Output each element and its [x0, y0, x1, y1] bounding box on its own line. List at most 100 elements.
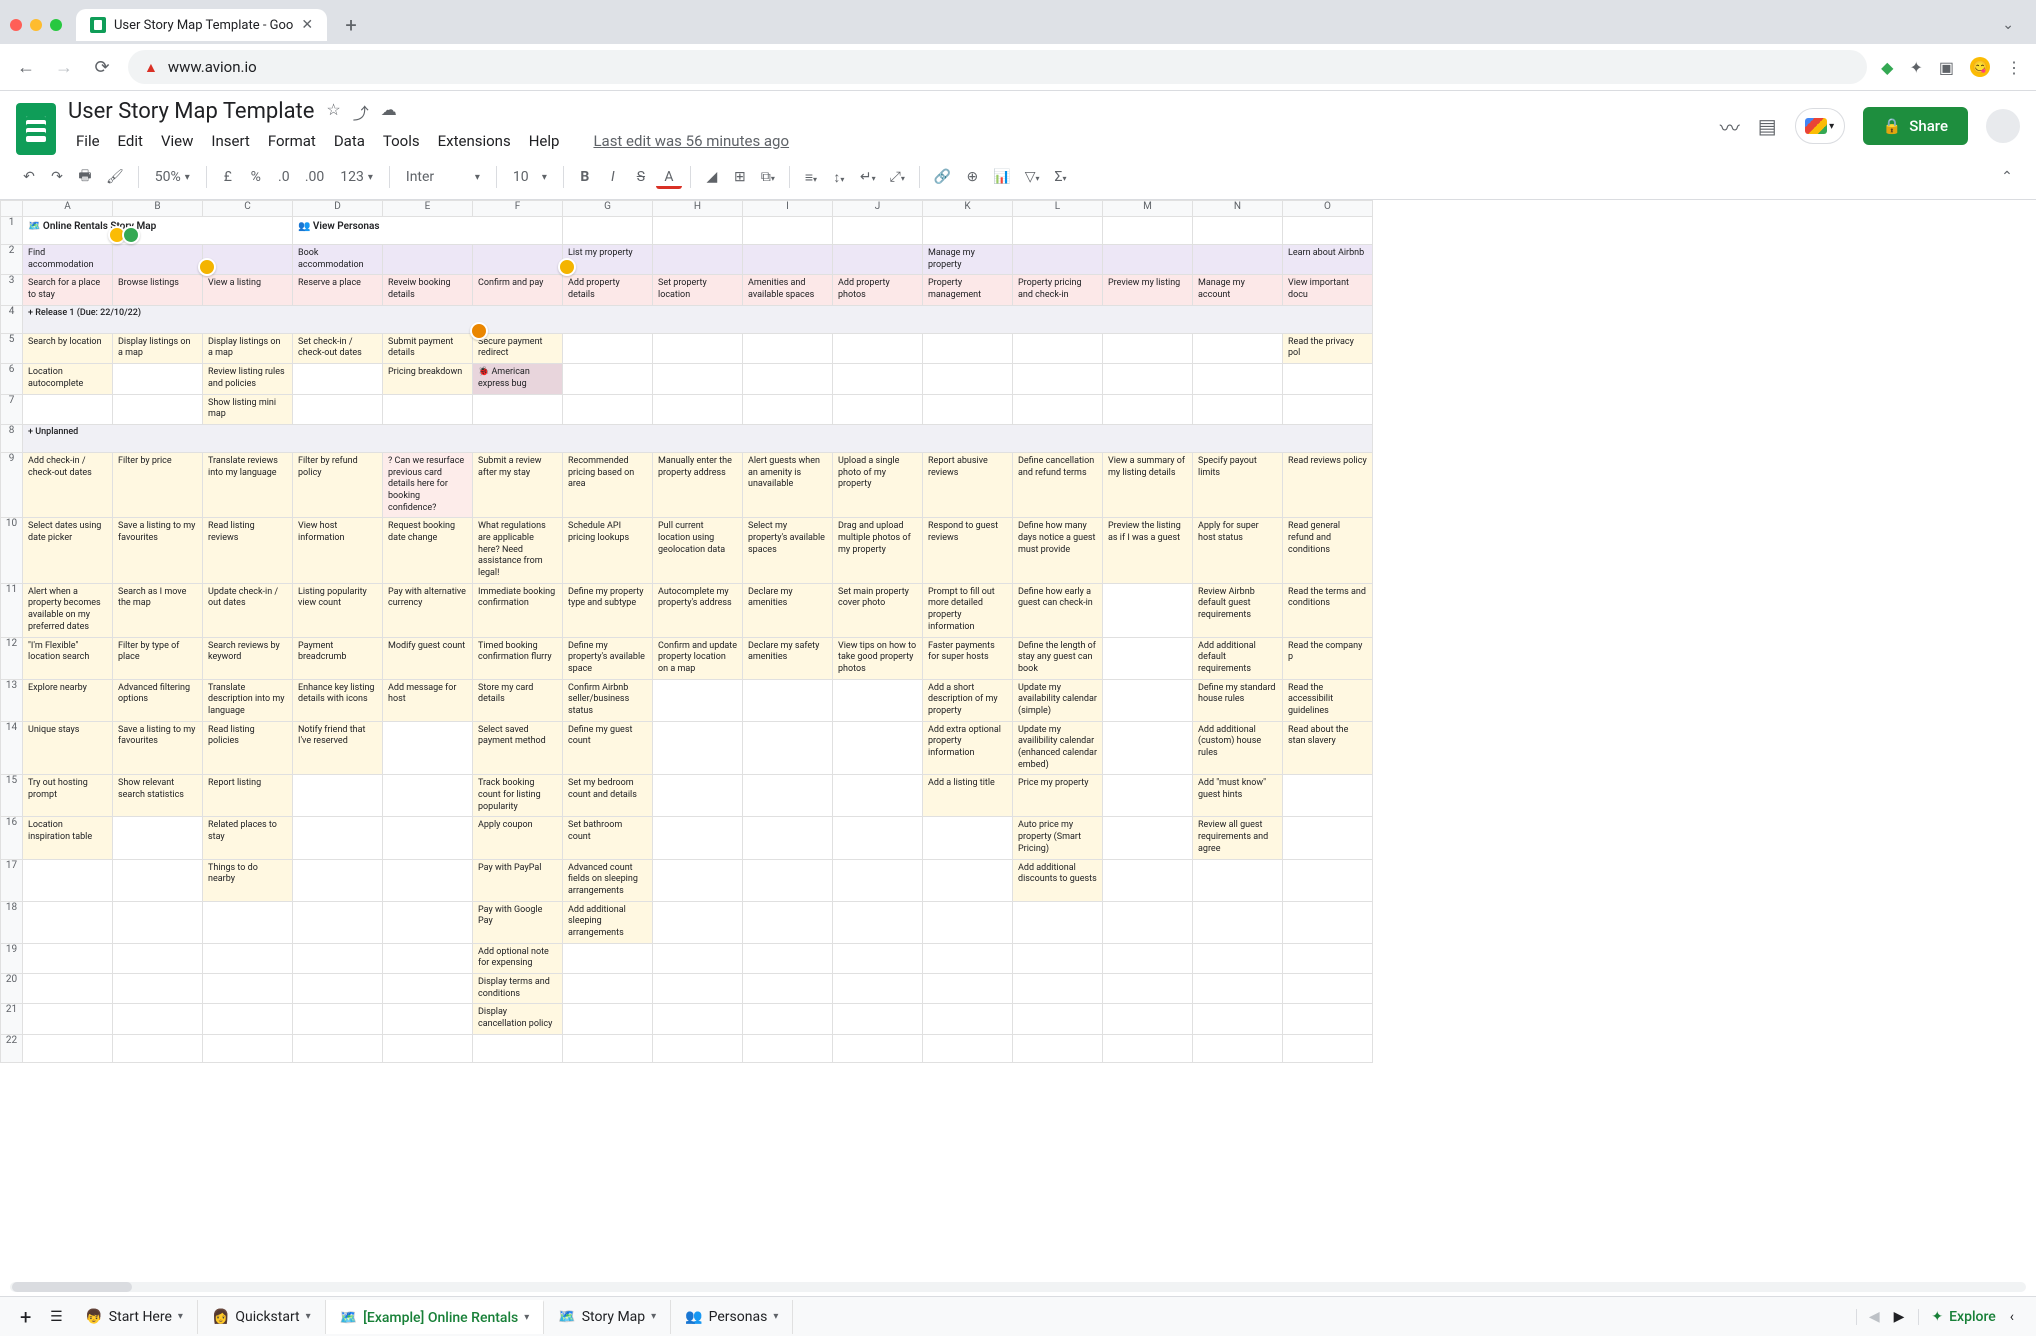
cell[interactable]: Secure payment redirect — [473, 333, 563, 363]
filter-button[interactable]: ▽▾ — [1019, 165, 1046, 189]
cell[interactable]: Define my property type and subtype — [563, 583, 653, 637]
cell[interactable] — [653, 943, 743, 973]
add-sheet-button[interactable]: + — [10, 1305, 41, 1329]
cell[interactable]: Track booking count for listing populari… — [473, 775, 563, 817]
cell[interactable] — [1103, 217, 1193, 245]
cell[interactable]: Add a listing title — [923, 775, 1013, 817]
cell[interactable] — [1103, 394, 1193, 424]
cell[interactable] — [653, 1004, 743, 1034]
cell[interactable] — [203, 901, 293, 943]
cell[interactable] — [833, 775, 923, 817]
cell[interactable]: 🐞 American express bug — [473, 364, 563, 394]
cell[interactable] — [923, 217, 1013, 245]
chevron-down-icon[interactable]: ▾ — [651, 1311, 656, 1322]
cell[interactable] — [1103, 679, 1193, 721]
scroll-tabs-right-icon[interactable]: ▶ — [1894, 1309, 1905, 1325]
cell[interactable] — [1193, 974, 1283, 1004]
cell[interactable]: Translate description into my language — [203, 679, 293, 721]
cell[interactable] — [383, 817, 473, 859]
cell[interactable]: View host information — [293, 518, 383, 583]
cell[interactable] — [833, 245, 923, 275]
cell[interactable]: Display listings on a map — [113, 333, 203, 363]
cell[interactable] — [833, 721, 923, 775]
cell[interactable]: Search by location — [23, 333, 113, 363]
cell[interactable] — [743, 394, 833, 424]
cell[interactable]: Things to do nearby — [203, 859, 293, 901]
cell[interactable] — [293, 775, 383, 817]
cell[interactable]: Read the terms and conditions — [1283, 583, 1373, 637]
cell[interactable]: View a listing — [203, 275, 293, 305]
cell[interactable] — [653, 974, 743, 1004]
link-button[interactable]: 🔗 — [928, 165, 957, 189]
cell[interactable] — [113, 1034, 203, 1062]
cell[interactable]: Store my card details — [473, 679, 563, 721]
cell[interactable] — [833, 901, 923, 943]
cell[interactable]: Browse listings — [113, 275, 203, 305]
cell[interactable]: Modify guest count — [383, 637, 473, 679]
meet-button[interactable]: ▾ — [1795, 108, 1845, 144]
reload-button[interactable]: ⟳ — [90, 57, 114, 78]
number-format-select[interactable]: 123▾ — [332, 165, 381, 189]
cell[interactable]: Submit payment details — [383, 333, 473, 363]
cell[interactable]: Request booking date change — [383, 518, 473, 583]
comments-icon[interactable]: ▤ — [1758, 114, 1777, 138]
comment-button[interactable]: ⊕ — [959, 165, 985, 189]
cell[interactable]: Filter by type of place — [113, 637, 203, 679]
cell[interactable] — [113, 1004, 203, 1034]
cell[interactable]: Select saved payment method — [473, 721, 563, 775]
activity-icon[interactable]: 〰 — [1720, 112, 1740, 141]
cell[interactable] — [743, 679, 833, 721]
cell[interactable] — [1103, 775, 1193, 817]
cell[interactable] — [923, 394, 1013, 424]
scroll-tabs-left-icon[interactable]: ◀ — [1869, 1309, 1880, 1325]
sheet-tab[interactable]: 👦Start Here▾ — [71, 1300, 198, 1334]
cell[interactable] — [563, 1004, 653, 1034]
cell[interactable] — [113, 901, 203, 943]
cell[interactable]: Read the privacy pol — [1283, 333, 1373, 363]
chart-button[interactable]: 📊 — [987, 165, 1016, 189]
cell[interactable] — [1013, 245, 1103, 275]
cell[interactable]: Pay with Google Pay — [473, 901, 563, 943]
cell[interactable] — [1103, 859, 1193, 901]
extensions-icon[interactable]: ✦ — [1909, 58, 1922, 77]
cell[interactable] — [833, 859, 923, 901]
spreadsheet-grid[interactable]: ABCDEFGHIJKLMNO1🗺️ Online Rentals Story … — [0, 200, 2036, 1292]
cell[interactable]: Timed booking confirmation flurry — [473, 637, 563, 679]
cell[interactable]: Define my standard house rules — [1193, 679, 1283, 721]
cell[interactable]: Set property location — [653, 275, 743, 305]
cell[interactable]: Define the length of stay any guest can … — [1013, 637, 1103, 679]
cell[interactable]: Price my property — [1013, 775, 1103, 817]
cell[interactable] — [923, 859, 1013, 901]
cell[interactable]: Prompt to fill out more detailed propert… — [923, 583, 1013, 637]
cell[interactable] — [833, 974, 923, 1004]
cell[interactable] — [563, 217, 653, 245]
undo-button[interactable]: ↶ — [16, 165, 42, 189]
reading-list-icon[interactable]: ▣ — [1939, 58, 1954, 77]
cell[interactable]: Read the company p — [1283, 637, 1373, 679]
cell[interactable] — [23, 974, 113, 1004]
cell[interactable]: Add "must know" guest hints — [1193, 775, 1283, 817]
cell[interactable]: Drag and upload multiple photos of my pr… — [833, 518, 923, 583]
cell[interactable]: Declare my amenities — [743, 583, 833, 637]
cell[interactable] — [203, 974, 293, 1004]
cell[interactable]: Pay with alternative currency — [383, 583, 473, 637]
cell[interactable] — [653, 901, 743, 943]
cell[interactable]: Pay with PayPal — [473, 859, 563, 901]
cell[interactable] — [1283, 1004, 1373, 1034]
cell[interactable]: Read about the stan slavery — [1283, 721, 1373, 775]
cell[interactable] — [1283, 974, 1373, 1004]
menu-data[interactable]: Data — [326, 128, 373, 154]
new-tab-button[interactable]: + — [337, 11, 365, 39]
menu-edit[interactable]: Edit — [110, 128, 151, 154]
cell[interactable]: What regulations are applicable here? Ne… — [473, 518, 563, 583]
cell[interactable] — [1283, 364, 1373, 394]
cell[interactable]: Report abusive reviews — [923, 452, 1013, 517]
cell[interactable] — [293, 394, 383, 424]
cell[interactable]: Explore nearby — [23, 679, 113, 721]
last-edit-link[interactable]: Last edit was 56 minutes ago — [585, 128, 797, 154]
cell[interactable] — [833, 333, 923, 363]
cell[interactable] — [293, 1004, 383, 1034]
cell[interactable] — [743, 245, 833, 275]
cell[interactable] — [743, 817, 833, 859]
cell[interactable] — [293, 817, 383, 859]
